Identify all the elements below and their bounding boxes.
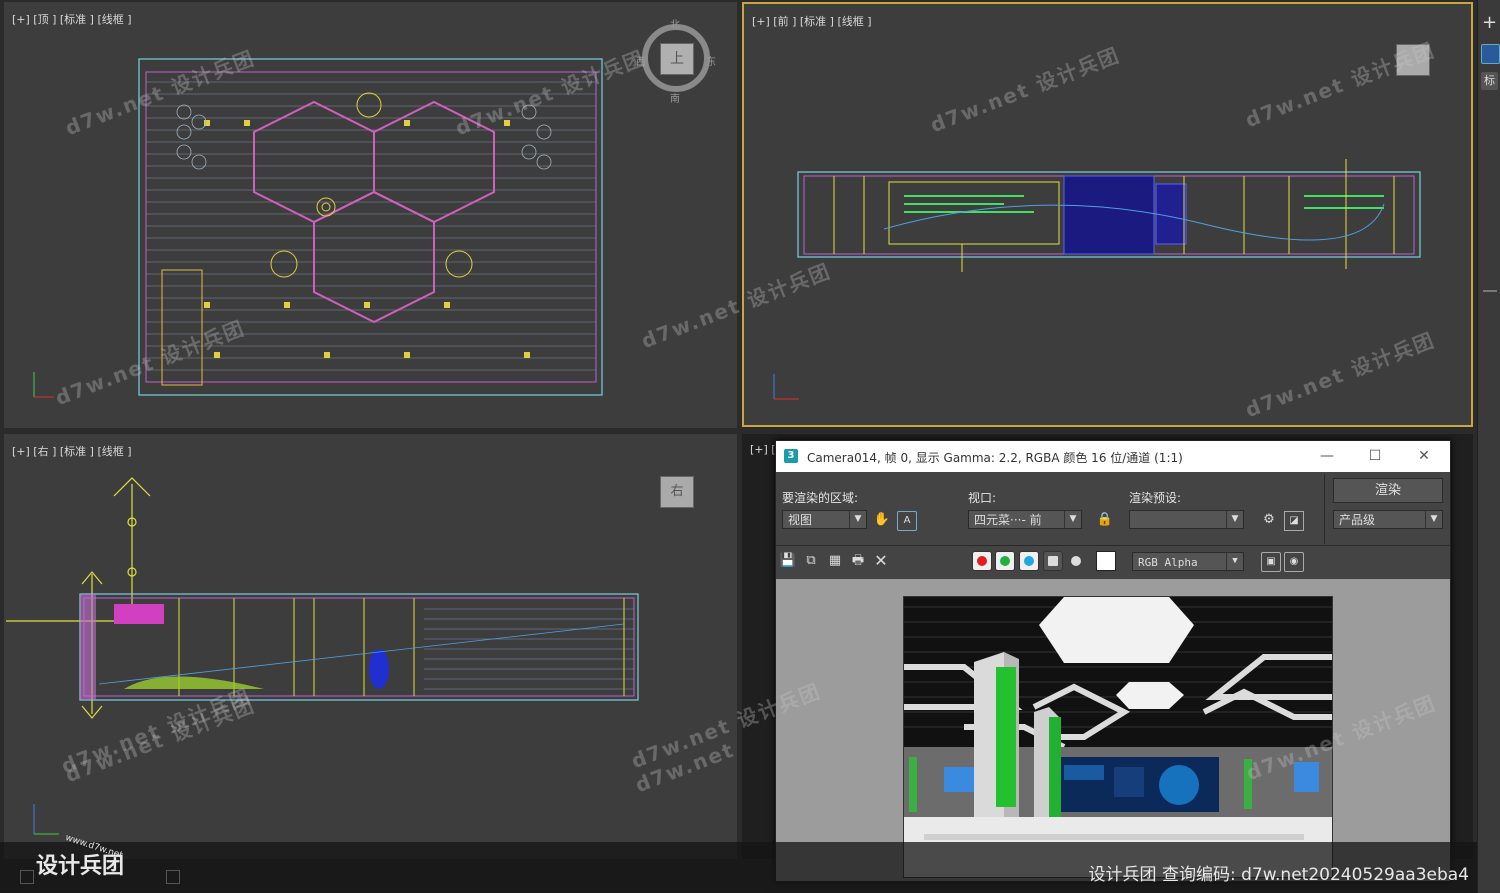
viewcube-right[interactable]: 右 xyxy=(660,476,694,508)
alpha-channel-toggle[interactable] xyxy=(1043,551,1063,571)
area-to-render-dropdown[interactable]: 视图 ▼ xyxy=(782,510,867,529)
swatch-color-icon[interactable] xyxy=(1096,551,1116,571)
create-plus-icon[interactable]: + xyxy=(1481,14,1498,32)
bottom-watermark-bar: www.d7w.net 设计兵团 设计兵团 查询编码: d7w.net20240… xyxy=(0,833,1477,893)
red-channel-toggle[interactable] xyxy=(972,551,992,571)
timeline-prev-icon[interactable] xyxy=(20,870,34,884)
standard-tab[interactable]: 标 xyxy=(1481,72,1498,90)
print-icon[interactable]: 🖶 xyxy=(849,552,867,570)
command-panel-strip[interactable]: + 标 xyxy=(1477,0,1500,893)
rendered-image-area[interactable] xyxy=(776,579,1450,881)
render-window-titlebar[interactable]: 3 Camera014, 帧 0, 显示 Gamma: 2.2, RGBA 颜色… xyxy=(776,441,1450,472)
monochrome-icon[interactable] xyxy=(1071,556,1081,566)
viewport-dropdown[interactable]: 四元菜···- 前 ▼ xyxy=(968,510,1082,529)
query-code-text: 设计兵团 查询编码: d7w.net20240529aa3eba4 xyxy=(1088,865,1469,885)
viewport-label-text: 视口: xyxy=(968,491,997,505)
viewport-top[interactable]: [+] [顶 ] [标准 ] [线框 ] 上 北 东 南 西 d7w.net 设… xyxy=(4,2,737,428)
brand-logo: 设计兵团 xyxy=(36,854,125,879)
render-quality-dropdown[interactable]: 产品级 ▼ xyxy=(1333,510,1443,529)
minimize-button[interactable]: — xyxy=(1316,447,1338,465)
close-button[interactable]: ✕ xyxy=(1413,447,1435,465)
maximize-button[interactable]: ☐ xyxy=(1364,447,1386,465)
compass-south: 南 xyxy=(670,94,680,105)
channel-display-dropdown[interactable]: RGB Alpha ▼ xyxy=(1132,552,1244,571)
front-view-wireframe xyxy=(773,159,1421,400)
render-preset-label: 渲染预设: xyxy=(1129,491,1182,505)
chevron-down-icon: ▼ xyxy=(1226,511,1243,528)
blue-channel-toggle[interactable] xyxy=(1019,551,1039,571)
render-button[interactable]: 渲染 xyxy=(1333,478,1443,503)
timeline-next-icon[interactable] xyxy=(166,870,180,884)
viewcube-top[interactable]: 上 xyxy=(660,43,694,75)
channel-display-value: RGB Alpha xyxy=(1138,556,1198,569)
clone-window-icon[interactable]: ▦ xyxy=(826,552,844,570)
viewport-value: 四元菜···- 前 xyxy=(974,513,1042,527)
auto-region-icon[interactable]: A xyxy=(897,511,917,531)
divider xyxy=(1483,290,1497,292)
compass-north: 北 xyxy=(670,20,680,31)
viewcube-front[interactable] xyxy=(1396,44,1430,76)
viewport-label[interactable]: [+] [ xyxy=(750,443,776,456)
render-preset-dropdown[interactable]: ▼ xyxy=(1129,510,1244,529)
chevron-down-icon: ▼ xyxy=(1226,553,1243,570)
green-channel-toggle[interactable] xyxy=(995,551,1015,571)
top-view-wireframe xyxy=(33,58,603,398)
red-channel-icon xyxy=(977,556,987,566)
chevron-down-icon: ▼ xyxy=(1064,511,1081,528)
viewport-front[interactable]: [+] [前 ] [标准 ] [线框 ] d7w.net 设计兵团 d7w.ne… xyxy=(742,2,1473,427)
lock-icon[interactable]: 🔒 xyxy=(1096,511,1114,529)
divider xyxy=(776,545,1450,546)
environment-icon[interactable]: ◪ xyxy=(1284,511,1304,531)
area-to-render-value: 视图 xyxy=(788,513,813,527)
rendered-image xyxy=(903,596,1333,878)
toggle-ui-overlay-icon[interactable]: ▣ xyxy=(1261,552,1281,572)
compass-east: 东 xyxy=(706,57,716,68)
hand-pan-icon[interactable]: ✋ xyxy=(873,511,891,529)
area-to-render-label: 要渲染的区域: xyxy=(782,491,859,505)
chevron-down-icon: ▼ xyxy=(1425,511,1442,528)
render-quality-value: 产品级 xyxy=(1339,513,1376,527)
right-view-wireframe xyxy=(6,477,639,835)
blue-channel-icon xyxy=(1024,556,1034,566)
chevron-down-icon: ▼ xyxy=(849,511,866,528)
save-image-icon[interactable]: 💾 xyxy=(779,552,797,570)
teapot-settings-icon[interactable]: ⚙ xyxy=(1260,511,1278,529)
3dsmax-logo-icon: 3 xyxy=(784,449,798,463)
circle-shape-icon[interactable] xyxy=(1481,44,1500,64)
divider xyxy=(1324,474,1325,544)
copy-image-icon[interactable]: ⧉ xyxy=(802,552,820,570)
display-correction-icon[interactable]: ◉ xyxy=(1284,552,1304,572)
compass-west: 西 xyxy=(636,57,646,68)
viewport-right[interactable]: [+] [右 ] [标准 ] [线框 ] 右 d7w.net 设计兵团 d7w.… xyxy=(4,434,737,859)
clear-icon[interactable]: ✕ xyxy=(872,552,890,570)
green-channel-icon xyxy=(1000,556,1010,566)
render-window-title: Camera014, 帧 0, 显示 Gamma: 2.2, RGBA 颜色 1… xyxy=(807,451,1183,465)
render-frame-window[interactable]: 3 Camera014, 帧 0, 显示 Gamma: 2.2, RGBA 颜色… xyxy=(775,440,1451,882)
alpha-icon xyxy=(1048,556,1058,566)
